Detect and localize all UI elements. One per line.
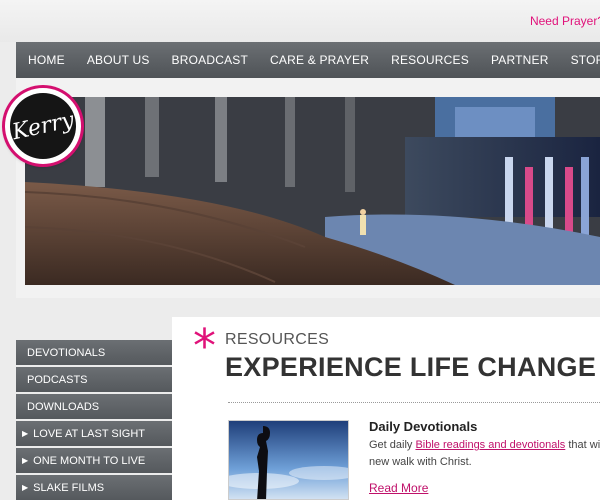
read-more-link[interactable]: Read More xyxy=(369,481,428,495)
sidebar-arrow-icon: ▶ xyxy=(22,429,29,438)
logo-badge: Kerry xyxy=(10,93,76,159)
sidebar-item-label: DOWNLOADS xyxy=(27,400,100,413)
sidebar: DEVOTIONALS PODCASTS DOWNLOADS ▶ LOVE AT… xyxy=(16,340,172,500)
need-prayer-link[interactable]: Need Prayer? xyxy=(530,14,600,28)
sidebar-item-love-at-last-sight[interactable]: ▶ LOVE AT LAST SIGHT xyxy=(16,421,172,446)
feature-title: Daily Devotionals xyxy=(369,419,478,434)
section-kicker: RESOURCES xyxy=(225,331,330,348)
site-logo[interactable]: Kerry xyxy=(5,88,81,164)
sidebar-arrow-icon: ▶ xyxy=(22,456,29,465)
nav-care-prayer[interactable]: CARE & PRAYER xyxy=(270,53,369,67)
divider xyxy=(228,402,600,403)
sidebar-item-label: PODCASTS xyxy=(27,373,88,386)
sidebar-item-label: SLAKE FILMS xyxy=(33,481,105,494)
asterisk-icon: * xyxy=(193,319,216,373)
sidebar-item-devotionals[interactable]: DEVOTIONALS xyxy=(16,340,172,365)
devotional-thumbnail[interactable] xyxy=(228,420,349,500)
hero-image xyxy=(25,97,600,285)
sidebar-item-label: DEVOTIONALS xyxy=(27,346,106,359)
page-title: EXPERIENCE LIFE CHANGE xyxy=(225,352,597,382)
nav-about-us[interactable]: ABOUT US xyxy=(87,53,150,67)
silhouette-image xyxy=(229,421,348,499)
logo-signature: Kerry xyxy=(9,107,77,145)
auditorium-illustration xyxy=(25,97,600,285)
sidebar-item-slake-films[interactable]: ▶ SLAKE FILMS xyxy=(16,475,172,500)
sidebar-item-downloads[interactable]: DOWNLOADS xyxy=(16,394,172,419)
nav-home[interactable]: HOME xyxy=(28,53,65,67)
sidebar-item-podcasts[interactable]: PODCASTS xyxy=(16,367,172,392)
feature-description: Get daily Bible readings and devotionals… xyxy=(369,437,600,471)
sidebar-item-one-month-to-live[interactable]: ▶ ONE MONTH TO LIVE xyxy=(16,448,172,473)
feature-desc-prefix: Get daily xyxy=(369,439,416,451)
sidebar-item-label: LOVE AT LAST SIGHT xyxy=(33,427,146,440)
nav-broadcast[interactable]: BROADCAST xyxy=(172,53,248,67)
nav-resources[interactable]: RESOURCES xyxy=(391,53,469,67)
nav-store[interactable]: STORE xyxy=(571,53,600,67)
nav-partner[interactable]: PARTNER xyxy=(491,53,549,67)
sidebar-arrow-icon: ▶ xyxy=(22,483,29,492)
sidebar-item-label: ONE MONTH TO LIVE xyxy=(33,454,146,467)
bible-readings-link[interactable]: Bible readings and devotionals xyxy=(415,439,565,451)
top-bar xyxy=(0,0,600,42)
main-nav: HOME ABOUT US BROADCAST CARE & PRAYER RE… xyxy=(16,42,600,78)
